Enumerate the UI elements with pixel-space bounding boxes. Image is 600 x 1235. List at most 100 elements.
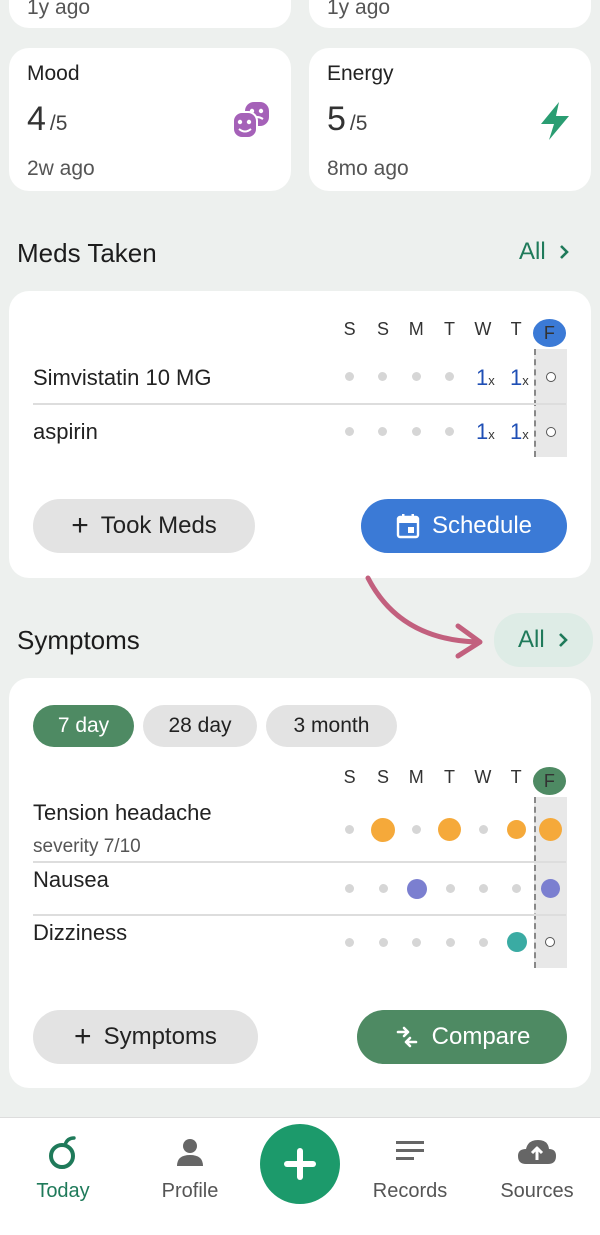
empty-day-dot[interactable] [412, 372, 421, 381]
meds-section-title: Meds Taken [17, 238, 157, 268]
day-label: T [510, 319, 522, 339]
chevron-right-icon [559, 245, 569, 259]
all-label: All [518, 626, 545, 653]
symptom-name[interactable]: Nausea [33, 867, 109, 893]
empty-day-dot[interactable] [445, 427, 454, 436]
energy-title: Energy [327, 62, 394, 85]
schedule-button[interactable]: Schedule [361, 499, 567, 553]
empty-day-dot[interactable] [378, 427, 387, 436]
today-empty-marker[interactable] [546, 427, 556, 437]
empty-day-dot[interactable] [345, 938, 354, 947]
symptom-dot[interactable] [371, 818, 395, 842]
row-divider [33, 914, 566, 916]
day-label: S [376, 767, 389, 787]
nav-label: Profile [161, 1180, 219, 1202]
sleep-card-partial[interactable]: 1y ago [309, 0, 591, 28]
range-chip-3-month[interactable]: 3 month [266, 705, 397, 747]
dose-count[interactable]: 1x [476, 419, 495, 445]
empty-day-dot[interactable] [479, 825, 488, 834]
meds-card: S S M T W T F Simvistatin 10 MG aspirin … [9, 291, 591, 578]
add-symptoms-button[interactable]: + Symptoms [33, 1010, 258, 1064]
lightning-icon [537, 100, 573, 147]
chevron-right-icon [558, 633, 568, 647]
empty-day-dot[interactable] [345, 884, 354, 893]
day-label: S [343, 767, 356, 787]
symptom-dot[interactable] [539, 818, 562, 841]
calendar-icon [396, 514, 420, 539]
card-timestamp: 1y ago [27, 0, 91, 19]
day-label: M [408, 319, 424, 339]
plus-icon: + [74, 1020, 92, 1053]
took-meds-button[interactable]: + Took Meds [33, 499, 255, 553]
mood-timestamp: 2w ago [27, 157, 95, 180]
records-lines-icon [350, 1136, 470, 1166]
day-label-today: F [532, 767, 567, 795]
med-name[interactable]: Simvistatin 10 MG [33, 365, 212, 391]
empty-day-dot[interactable] [345, 372, 354, 381]
empty-day-dot[interactable] [345, 825, 354, 834]
empty-day-dot[interactable] [479, 938, 488, 947]
symptoms-section-title: Symptoms [17, 625, 140, 655]
theater-masks-icon [231, 100, 273, 147]
steps-card-partial[interactable]: 1y ago [9, 0, 291, 28]
today-leaf-icon [3, 1136, 123, 1170]
nav-label: Today [36, 1180, 90, 1202]
empty-day-dot[interactable] [378, 372, 387, 381]
button-label: Compare [431, 1023, 531, 1050]
button-label: Took Meds [100, 512, 217, 539]
empty-day-dot[interactable] [446, 884, 455, 893]
dose-count[interactable]: 1x [476, 365, 495, 391]
energy-value: 5/5 [327, 100, 368, 138]
range-chip-7-day[interactable]: 7 day [33, 705, 134, 747]
symptoms-day-header: S S M T W T F [333, 767, 567, 795]
today-empty-marker[interactable] [546, 372, 556, 382]
empty-day-dot[interactable] [412, 825, 421, 834]
day-label: W [474, 319, 492, 339]
empty-day-dot[interactable] [479, 884, 488, 893]
dose-count[interactable]: 1x [510, 419, 529, 445]
symptom-name[interactable]: Dizziness [33, 920, 127, 946]
energy-timestamp: 8mo ago [327, 157, 409, 180]
cloud-upload-icon [477, 1136, 597, 1168]
compare-button[interactable]: Compare [357, 1010, 567, 1064]
annotation-arrow-icon [365, 575, 483, 659]
day-label: W [474, 767, 492, 787]
meds-all-link[interactable]: All [519, 238, 570, 266]
button-label: Schedule [431, 512, 533, 539]
symptom-name[interactable]: Tension headache [33, 800, 212, 826]
symptom-dot[interactable] [541, 879, 560, 898]
plus-icon [284, 1148, 316, 1180]
day-label: S [343, 319, 356, 339]
mood-value: 4/5 [27, 100, 68, 138]
symptom-dot[interactable] [507, 820, 526, 839]
empty-day-dot[interactable] [512, 884, 521, 893]
day-label: S [376, 319, 389, 339]
plus-icon: + [71, 509, 89, 542]
range-chip-28-day[interactable]: 28 day [143, 705, 257, 747]
symptom-dot[interactable] [438, 818, 461, 841]
mood-title: Mood [27, 62, 80, 85]
day-label: T [444, 767, 456, 787]
empty-day-dot[interactable] [379, 938, 388, 947]
mood-card[interactable]: Mood 4/5 2w ago [9, 48, 291, 191]
empty-day-dot[interactable] [445, 372, 454, 381]
dose-count[interactable]: 1x [510, 365, 529, 391]
symptoms-all-link[interactable]: All [494, 613, 593, 667]
symptom-dot[interactable] [507, 932, 527, 952]
person-icon [130, 1136, 250, 1168]
all-label: All [519, 238, 546, 265]
empty-day-dot[interactable] [446, 938, 455, 947]
empty-day-dot[interactable] [379, 884, 388, 893]
empty-day-dot[interactable] [412, 938, 421, 947]
med-name[interactable]: aspirin [33, 419, 98, 445]
empty-day-dot[interactable] [412, 427, 421, 436]
meds-day-header: S S M T W T F [333, 319, 567, 347]
empty-day-dot[interactable] [345, 427, 354, 436]
compare-arrows-icon [396, 1026, 417, 1048]
card-timestamp: 1y ago [327, 0, 391, 19]
add-fab-button[interactable] [260, 1124, 340, 1204]
nav-label: Records [372, 1180, 448, 1202]
symptom-dot[interactable] [407, 879, 427, 899]
energy-card[interactable]: Energy 5/5 8mo ago [309, 48, 591, 191]
today-empty-marker[interactable] [545, 937, 555, 947]
